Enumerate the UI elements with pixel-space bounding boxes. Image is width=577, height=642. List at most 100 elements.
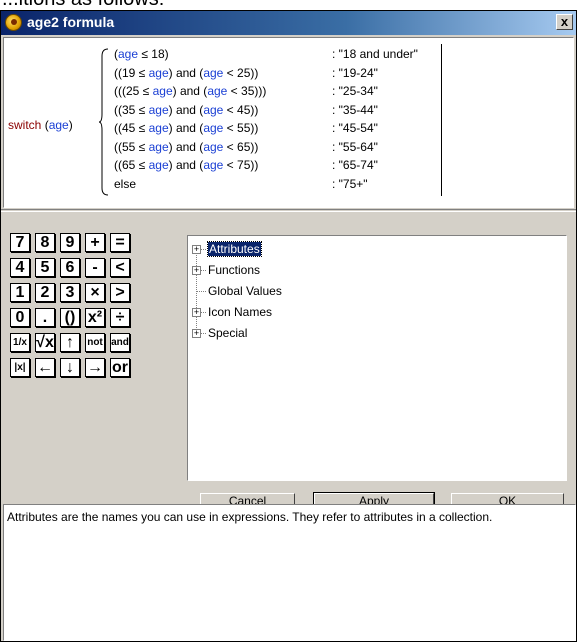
condition-result: : "65-74" bbox=[332, 158, 378, 172]
condition-identifier: age bbox=[203, 139, 224, 154]
condition-identifier: age bbox=[118, 47, 139, 61]
condition-identifier: age bbox=[203, 121, 224, 135]
tree-item-label: Attributes bbox=[207, 241, 262, 257]
condition-expression: (age ≤ 18) bbox=[114, 46, 169, 62]
condition-token: ((65 ≤ bbox=[114, 158, 149, 172]
condition-identifier: age bbox=[148, 158, 169, 172]
condition-token: < 75)) bbox=[223, 158, 259, 172]
symbol-tree[interactable]: + Attributes + Functions Global Values + Icon … bbox=[187, 235, 567, 481]
condition-token: ) and ( bbox=[168, 139, 204, 154]
key-greater-than[interactable]: > bbox=[110, 283, 130, 302]
key-5[interactable]: 5 bbox=[35, 258, 55, 277]
condition-identifier: age bbox=[207, 84, 228, 98]
key-minus[interactable]: - bbox=[85, 258, 105, 277]
key-less-than[interactable]: < bbox=[110, 258, 130, 277]
close-button[interactable]: x bbox=[556, 14, 573, 30]
tree-item-icon-names[interactable]: Icon Names bbox=[208, 305, 272, 319]
condition-token: < 45)) bbox=[223, 102, 259, 117]
expand-icon[interactable]: + bbox=[192, 329, 201, 338]
expand-icon[interactable]: + bbox=[192, 308, 201, 317]
key-or[interactable]: or bbox=[110, 358, 130, 377]
condition-token: ) and ( bbox=[168, 102, 204, 117]
key-down-arrow[interactable]: ↓ bbox=[60, 358, 80, 377]
page-top-fragment: ...itions as follows: bbox=[0, 0, 577, 10]
condition-token: else bbox=[114, 176, 137, 191]
tree-connector bbox=[196, 248, 197, 332]
key-not[interactable]: not bbox=[85, 333, 105, 352]
key-reciprocal[interactable]: 1/x bbox=[10, 333, 30, 352]
condition-identifier: age bbox=[203, 65, 224, 80]
condition-result: : "45-54" bbox=[332, 121, 378, 135]
condition-expression: ((19 ≤ age) and (age < 25)) bbox=[114, 65, 258, 81]
condition-identifier: age bbox=[148, 65, 169, 80]
key-2[interactable]: 2 bbox=[35, 283, 55, 302]
condition-result: : "19-24" bbox=[332, 65, 378, 80]
app-icon bbox=[5, 14, 22, 31]
page-top-text: ...itions as follows: bbox=[2, 0, 164, 10]
formula-editor[interactable]: switch (age) (age ≤ 18): "18 and under" (… bbox=[3, 37, 574, 208]
key-left-arrow[interactable]: ← bbox=[35, 358, 55, 377]
condition-result: : "35-44" bbox=[332, 102, 378, 117]
tree-item-label: Icon Names bbox=[208, 305, 273, 319]
tree-item-label: Special bbox=[208, 326, 248, 340]
tree-branch-line bbox=[196, 291, 206, 292]
condition-token: (((25 ≤ bbox=[114, 84, 153, 98]
key-plus[interactable]: + bbox=[85, 233, 105, 252]
key-equals[interactable]: = bbox=[110, 233, 130, 252]
title-bar[interactable]: age2 formula x bbox=[1, 11, 576, 35]
key-0[interactable]: 0 bbox=[10, 308, 30, 327]
condition-token: ((55 ≤ bbox=[114, 139, 149, 154]
expand-icon[interactable]: + bbox=[192, 266, 201, 275]
key-up-arrow[interactable]: ↑ bbox=[60, 333, 80, 352]
switch-arg: age bbox=[48, 118, 69, 132]
condition-token: < 25)) bbox=[223, 65, 259, 80]
condition-identifier: age bbox=[152, 84, 173, 98]
key-7[interactable]: 7 bbox=[10, 233, 30, 252]
key-right-arrow[interactable]: → bbox=[85, 358, 105, 377]
key-parentheses[interactable]: () bbox=[60, 308, 80, 327]
tree-item-global-values[interactable]: Global Values bbox=[208, 284, 282, 298]
key-square[interactable]: x² bbox=[85, 308, 105, 327]
condition-identifier: age bbox=[148, 102, 169, 117]
expand-icon[interactable]: + bbox=[192, 245, 201, 254]
condition-identifier: age bbox=[148, 139, 169, 154]
condition-identifier: age bbox=[203, 102, 224, 117]
tree-item-attributes[interactable]: Attributes bbox=[207, 241, 262, 257]
condition-token: < 65)) bbox=[223, 139, 259, 154]
key-abs[interactable]: |x| bbox=[10, 358, 30, 377]
key-3[interactable]: 3 bbox=[60, 283, 80, 302]
condition-token: ) and ( bbox=[168, 121, 204, 135]
tree-item-special[interactable]: Special bbox=[208, 326, 247, 340]
condition-token: ≤ 18) bbox=[138, 47, 169, 61]
key-8[interactable]: 8 bbox=[35, 233, 55, 252]
window-title: age2 formula bbox=[27, 14, 115, 30]
key-sqrt[interactable]: √x bbox=[35, 333, 55, 352]
condition-identifier: age bbox=[148, 121, 169, 135]
condition-token: ) and ( bbox=[168, 65, 204, 80]
key-divide[interactable]: ÷ bbox=[110, 308, 130, 327]
key-6[interactable]: 6 bbox=[60, 258, 80, 277]
switch-brace bbox=[99, 48, 109, 196]
condition-token: ) and ( bbox=[168, 158, 204, 172]
key-and[interactable]: and bbox=[110, 333, 130, 352]
tree-item-functions[interactable]: Functions bbox=[208, 263, 260, 277]
key-1[interactable]: 1 bbox=[10, 283, 30, 302]
condition-result: : "18 and under" bbox=[332, 47, 418, 61]
condition-expression: ((55 ≤ age) and (age < 65)) bbox=[114, 139, 258, 155]
key-decimal[interactable]: . bbox=[35, 308, 55, 327]
help-text-panel: Attributes are the names you can use in … bbox=[3, 504, 576, 641]
splitter[interactable] bbox=[1, 209, 576, 212]
formula-dialog: age2 formula x switch (age) (age ≤ 18): … bbox=[0, 10, 577, 642]
condition-token: ((45 ≤ bbox=[114, 121, 149, 135]
condition-expression: (((25 ≤ age) and (age < 35))) bbox=[114, 83, 266, 99]
key-9[interactable]: 9 bbox=[60, 233, 80, 252]
condition-expression: ((35 ≤ age) and (age < 45)) bbox=[114, 102, 258, 118]
switch-close-paren: ) bbox=[68, 118, 73, 132]
condition-expression: ((65 ≤ age) and (age < 75)) bbox=[114, 157, 258, 173]
condition-expression: else bbox=[114, 176, 136, 192]
switch-keyword: switch bbox=[8, 118, 42, 132]
condition-result: : "25-34" bbox=[332, 84, 378, 98]
key-multiply[interactable]: × bbox=[85, 283, 105, 302]
condition-token: ((19 ≤ bbox=[114, 65, 149, 80]
key-4[interactable]: 4 bbox=[10, 258, 30, 277]
